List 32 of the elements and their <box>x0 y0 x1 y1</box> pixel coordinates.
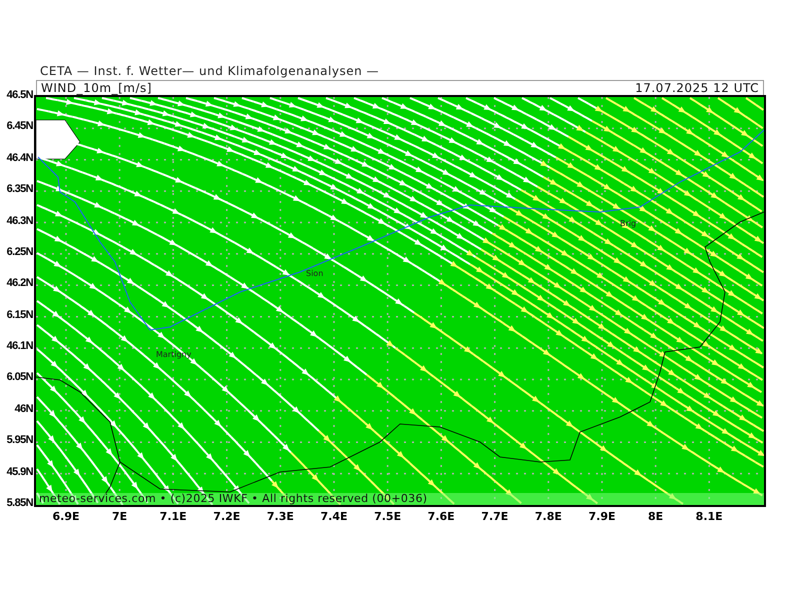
longitude-label: 6.9E <box>52 510 80 523</box>
latitude-label: 46.5N <box>6 89 33 101</box>
latitude-label: 6.15N <box>6 308 33 321</box>
latitude-label: 45.9N <box>6 466 33 478</box>
longitude-label: 7E <box>112 510 128 523</box>
longitude-label: 7.3E <box>266 510 294 523</box>
longitude-label: 8E <box>648 510 664 523</box>
place-label: Sion <box>306 269 324 278</box>
latitude-label: 6.05N <box>6 371 33 384</box>
variable-label: WIND_10m_[m/s] <box>41 81 152 95</box>
longitude-label: 7.2E <box>213 510 240 523</box>
longitude-label: 7.7E <box>481 510 508 523</box>
longitude-label: 7.5E <box>374 510 402 523</box>
valid-time: 17.07.2025 12 UTC <box>635 81 759 95</box>
longitude-label: 7.1E <box>160 510 187 523</box>
latitude-label: 5.85N <box>6 497 33 509</box>
latitude-label: 46.1N <box>6 340 33 352</box>
latitude-label: 6.25N <box>6 246 33 258</box>
longitude-label: 7.8E <box>534 510 562 523</box>
latitude-label: 46.3N <box>6 214 33 227</box>
latitude-label: 5.95N <box>6 434 33 446</box>
latitude-label: 6.45N <box>6 120 33 132</box>
latitude-label: 46.2N <box>6 277 33 290</box>
institution-title: CETA — Inst. f. Wetter— und Klimafolgenanalysen — <box>40 64 380 80</box>
latitude-label: 6.35N <box>6 183 33 196</box>
latitude-label: 46N <box>14 402 33 415</box>
longitude-label: 7.4E <box>320 510 348 523</box>
latitude-label: 46.4N <box>6 152 33 164</box>
longitude-label: 8.1E <box>696 510 723 523</box>
copyright-footer: meteo-services.com • (c)2025 IWKF • All rights reserved (00+036) <box>36 493 764 505</box>
longitude-label: 7.9E <box>588 510 616 523</box>
longitude-label: 7.6E <box>428 510 455 523</box>
